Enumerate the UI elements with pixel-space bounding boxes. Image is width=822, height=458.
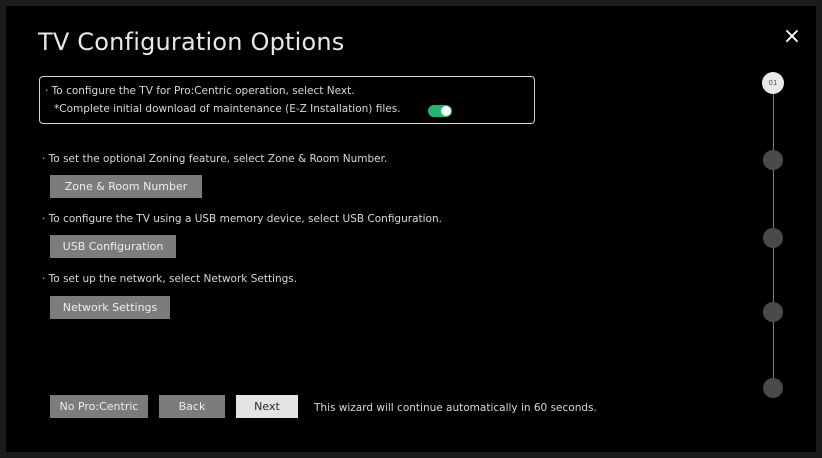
usb-instruction: · To configure the TV using a USB memory… — [42, 213, 442, 225]
zone-room-number-button[interactable]: Zone & Room Number — [50, 175, 202, 198]
no-procentric-button[interactable]: No Pro:Centric — [50, 395, 148, 418]
back-button[interactable]: Back — [159, 395, 225, 418]
procentric-instruction: · To configure the TV for Pro:Centric op… — [45, 85, 355, 97]
stepper-step-4 — [763, 302, 783, 322]
zoning-instruction: · To set the optional Zoning feature, se… — [42, 153, 388, 165]
close-icon[interactable]: × — [781, 26, 803, 48]
ez-installation-toggle[interactable] — [428, 105, 452, 117]
ez-installation-note: *Complete initial download of maintenanc… — [54, 103, 401, 115]
auto-continue-status: This wizard will continue automatically … — [314, 402, 597, 414]
network-instruction: · To set up the network, select Network … — [42, 273, 298, 285]
network-settings-button[interactable]: Network Settings — [50, 296, 170, 319]
usb-configuration-button[interactable]: USB Configuration — [50, 235, 176, 258]
next-button[interactable]: Next — [236, 395, 298, 418]
toggle-knob — [441, 106, 451, 116]
wizard-panel: TV Configuration Options × · To configur… — [6, 6, 816, 452]
stepper-step-1: 01 — [762, 72, 784, 94]
procentric-intro-box: · To configure the TV for Pro:Centric op… — [39, 76, 535, 124]
stepper-step-5 — [763, 378, 783, 398]
stepper-step-2 — [763, 150, 783, 170]
stepper-step-3 — [763, 228, 783, 248]
page-title: TV Configuration Options — [38, 28, 345, 56]
